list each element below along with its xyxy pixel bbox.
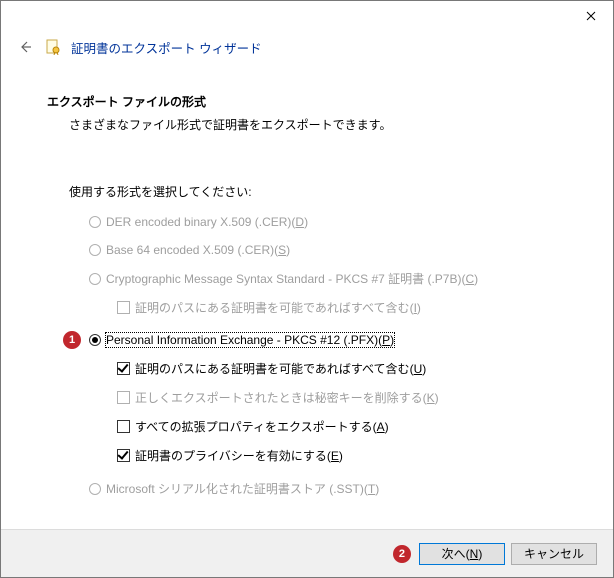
label-sst: Microsoft シリアル化された証明書ストア (.SST)(T) <box>106 480 379 497</box>
option-der: DER encoded binary X.509 (.CER)(D) <box>89 214 567 230</box>
content-area: エクスポート ファイルの形式 さまざまなファイル形式で証明書をエクスポートできま… <box>1 67 613 497</box>
cancel-button[interactable]: キャンセル <box>511 543 597 565</box>
option-pfx-delete: 正しくエクスポートされたときは秘密キーを削除する(K) <box>89 389 567 406</box>
label-pfx-privacy: 証明書のプライバシーを有効にする(E) <box>135 447 343 464</box>
radio-pfx[interactable] <box>89 334 101 346</box>
wizard-title: 証明書のエクスポート ウィザード <box>71 38 262 57</box>
next-button[interactable]: 次へ(N) <box>419 543 505 565</box>
checkbox-pkcs7-include <box>117 301 130 314</box>
option-pfx[interactable]: 1 Personal Information Exchange - PKCS #… <box>89 332 567 348</box>
checkbox-pfx-include[interactable] <box>117 362 130 375</box>
annotation-1: 1 <box>63 331 81 349</box>
label-pkcs7-include: 証明のパスにある証明書を可能であればすべて含む(I) <box>135 299 421 316</box>
format-options: DER encoded binary X.509 (.CER)(D) Base … <box>47 214 567 497</box>
certificate-icon <box>45 39 61 55</box>
checkbox-pfx-privacy[interactable] <box>117 449 130 462</box>
format-prompt: 使用する形式を選択してください: <box>47 183 567 200</box>
wizard-header: 証明書のエクスポート ウィザード <box>1 31 613 67</box>
label-base64: Base 64 encoded X.509 (.CER)(S) <box>106 243 290 257</box>
radio-pkcs7 <box>89 273 101 285</box>
back-arrow-icon <box>17 39 33 55</box>
titlebar <box>1 1 613 31</box>
option-pfx-extprops[interactable]: すべての拡張プロパティをエクスポートする(A) <box>89 418 567 435</box>
section-description: さまざまなファイル形式で証明書をエクスポートできます。 <box>47 116 567 133</box>
label-der: DER encoded binary X.509 (.CER)(D) <box>106 215 308 229</box>
annotation-2: 2 <box>393 545 411 563</box>
cancel-button-label: キャンセル <box>524 545 584 562</box>
close-button[interactable] <box>568 1 613 30</box>
label-pfx-extprops: すべての拡張プロパティをエクスポートする(A) <box>135 418 389 435</box>
option-pkcs7: Cryptographic Message Syntax Standard - … <box>89 270 567 287</box>
radio-base64 <box>89 244 101 256</box>
radio-der <box>89 216 101 228</box>
section-title: エクスポート ファイルの形式 <box>47 93 567 110</box>
option-pfx-include[interactable]: 証明のパスにある証明書を可能であればすべて含む(U) <box>89 360 567 377</box>
option-pfx-privacy[interactable]: 証明書のプライバシーを有効にする(E) <box>89 447 567 464</box>
option-pkcs7-include: 証明のパスにある証明書を可能であればすべて含む(I) <box>89 299 567 316</box>
checkbox-pfx-delete <box>117 391 130 404</box>
wizard-footer: 2 次へ(N) キャンセル <box>1 529 613 577</box>
back-button[interactable] <box>15 37 35 57</box>
close-icon <box>586 11 596 21</box>
option-sst: Microsoft シリアル化された証明書ストア (.SST)(T) <box>89 480 567 497</box>
radio-sst <box>89 483 101 495</box>
option-base64: Base 64 encoded X.509 (.CER)(S) <box>89 242 567 258</box>
next-button-label: 次へ(N) <box>442 545 483 562</box>
label-pfx-delete: 正しくエクスポートされたときは秘密キーを削除する(K) <box>135 389 439 406</box>
label-pfx-include: 証明のパスにある証明書を可能であればすべて含む(U) <box>135 360 426 377</box>
label-pfx: Personal Information Exchange - PKCS #12… <box>106 333 394 347</box>
wizard-window: 証明書のエクスポート ウィザード エクスポート ファイルの形式 さまざまなファイ… <box>0 0 614 578</box>
checkbox-pfx-extprops[interactable] <box>117 420 130 433</box>
label-pkcs7: Cryptographic Message Syntax Standard - … <box>106 270 478 287</box>
